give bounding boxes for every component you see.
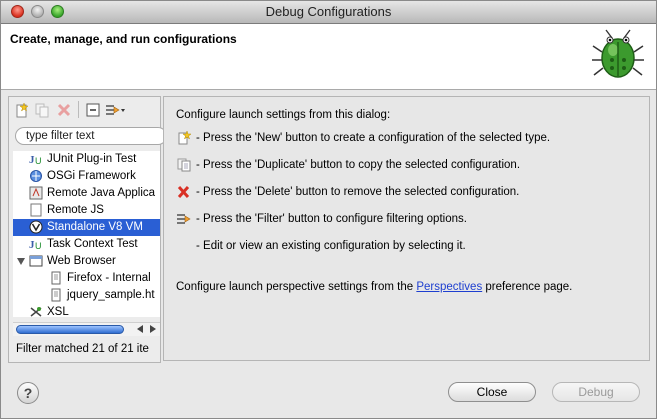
filter-status: Filter matched 21 of 21 ite [16,343,149,355]
tree-item-label: XSL [47,306,69,317]
tree-horizontal-scrollbar[interactable] [13,322,160,336]
v8-icon [29,220,47,234]
help-intro: Configure launch settings from this dial… [176,109,391,121]
configuration-toolbar [9,97,160,121]
perspective-prefix: Configure launch perspective settings fr… [176,281,417,293]
tree-item[interactable]: Web Browser [29,253,116,270]
tree-item-label: Remote Java Applica [47,187,156,199]
svg-text:U: U [35,156,42,166]
help-button[interactable]: ? [17,382,39,404]
help-line: - Press the 'Delete' button to remove th… [176,185,519,199]
xsl-icon [29,306,47,317]
help-panel: Configure launch settings from this dial… [163,96,650,361]
configuration-tree[interactable]: J U JUnit Plug-in Test OSGi Framework Remote… [13,151,160,317]
expand-toggle-icon[interactable] [17,258,25,265]
tree-item[interactable]: Remote JS [29,202,104,219]
window-title: Debug Configurations [265,4,392,19]
debug-button[interactable]: Debug [552,382,640,402]
tree-item[interactable]: J U Task Context Test [29,236,138,253]
help-line-text: - Press the 'Duplicate' button to copy t… [196,159,521,172]
remote-java-icon [29,186,47,200]
tree-item[interactable]: Firefox - Internal [49,270,151,287]
delete-icon [176,185,196,199]
file-icon [49,271,67,285]
help-line-text: - Edit or view an existing configuration… [196,240,466,253]
remote-js-icon [29,203,47,217]
tree-item[interactable]: Standalone V8 VM [13,219,160,236]
duplicate-configuration-icon[interactable] [34,102,50,118]
tree-item-label: Task Context Test [47,238,138,250]
help-line-text: - Press the 'Filter' button to configure… [196,213,467,226]
help-line: - Edit or view an existing configuration… [176,239,466,253]
tree-item-label: Remote JS [47,204,104,216]
new-configuration-icon[interactable] [14,102,30,118]
help-line-text: - Press the 'Delete' button to remove th… [196,186,520,199]
scroll-left-arrow-icon[interactable] [137,325,143,333]
dialog-header: Create, manage, and run configurations [1,24,656,90]
filter-icon [176,213,196,225]
scroll-right-arrow-icon[interactable] [150,325,156,333]
tree-item-label: OSGi Framework [47,170,136,182]
tree-item-label: Firefox - Internal [67,272,151,284]
junit-plugin-icon: JU [29,153,47,166]
filter-input[interactable]: type filter text [15,127,167,145]
delete-configuration-icon[interactable] [56,102,72,118]
tree-item[interactable]: J U JUnit Plug-in Test [29,151,136,168]
collapse-all-icon[interactable] [85,102,101,118]
perspective-line: Configure launch perspective settings fr… [176,281,572,293]
close-button[interactable]: Close [448,382,536,402]
tree-item[interactable]: jquery_sample.ht [49,287,155,304]
help-line-text: - Press the 'New' button to create a con… [196,132,551,145]
toolbar-separator [78,101,79,118]
scrollbar-thumb[interactable] [16,325,124,334]
tree-item-label: jquery_sample.ht [67,289,155,301]
header-title: Create, manage, and run configurations [10,32,237,46]
tree-item[interactable]: XSL [29,304,69,317]
title-bar: Debug Configurations [1,1,656,24]
filter-menu-icon[interactable] [104,102,126,118]
help-line: - Press the 'New' button to create a con… [176,131,550,145]
perspectives-link[interactable]: Perspectives [416,281,482,293]
new-icon [176,131,196,145]
tree-item[interactable]: OSGi Framework [29,168,136,185]
task-context-icon: JU [29,238,47,251]
blank-icon [176,240,196,252]
configuration-list-pane: type filter text J U JUnit Plug-in Test OSG… [8,96,167,363]
perspective-suffix: preference page. [482,281,573,293]
web-browser-icon [29,255,47,267]
osgi-icon [29,169,47,182]
duplicate-icon [176,158,196,172]
file-icon [49,288,67,302]
svg-text:U: U [35,241,42,251]
debug-configurations-window: Debug Configurations Create, manage, and… [0,0,657,419]
help-line: - Press the 'Filter' button to configure… [176,212,467,226]
debug-bug-icon [592,29,644,78]
tree-item-label: JUnit Plug-in Test [47,153,137,165]
tree-item-label: Standalone V8 VM [47,221,143,233]
tree-item[interactable]: Remote Java Applica [29,185,155,202]
tree-item-label: Web Browser [47,255,116,267]
help-line: - Press the 'Duplicate' button to copy t… [176,158,520,172]
